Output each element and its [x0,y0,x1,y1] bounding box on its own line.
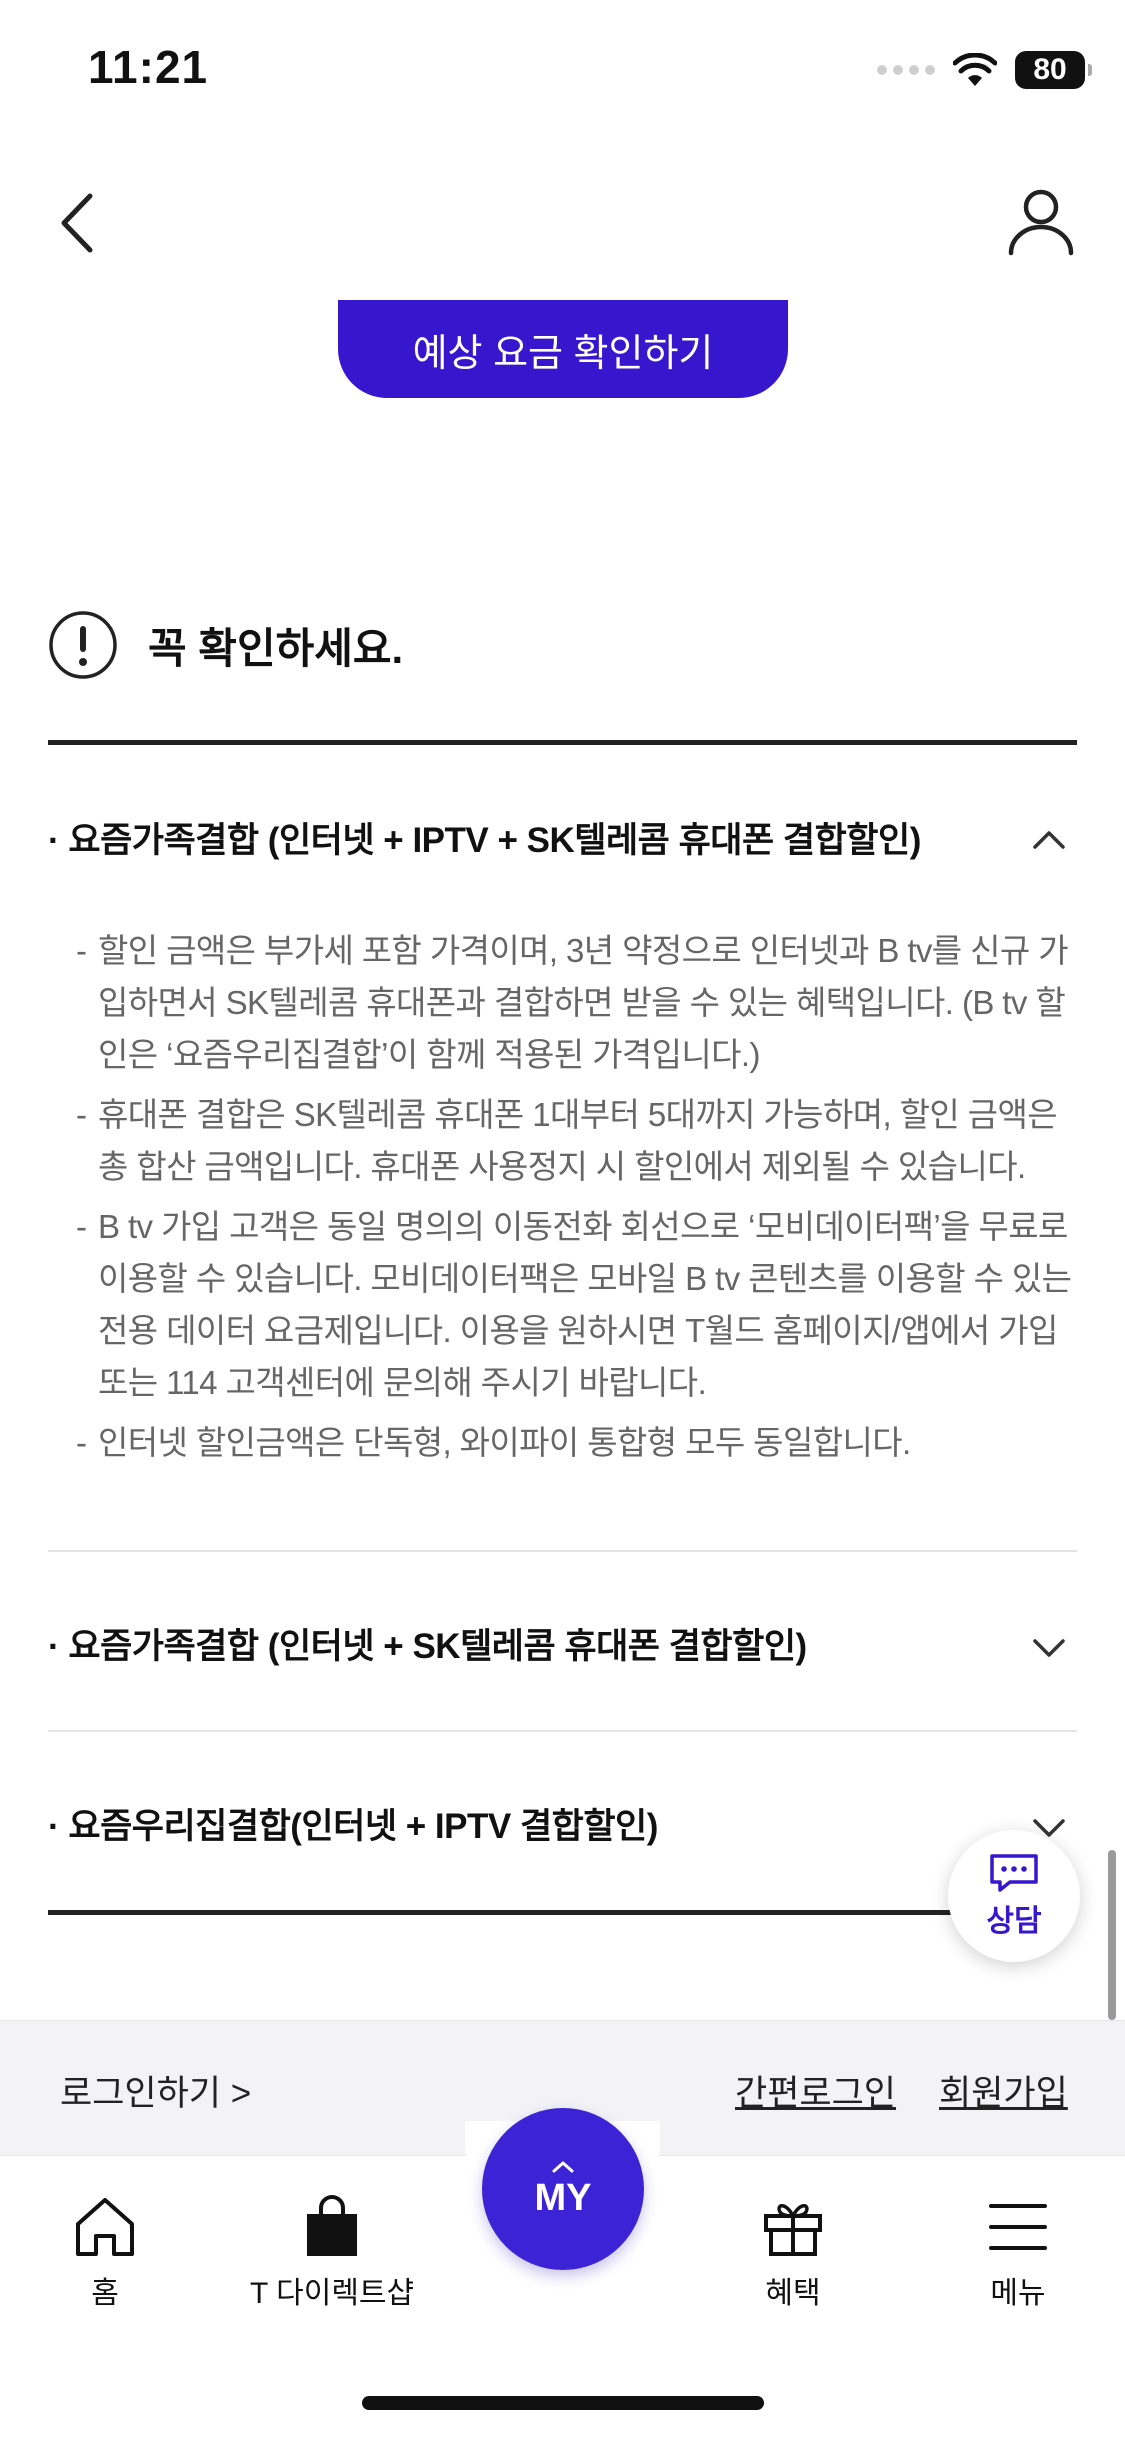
list-item: - 할인 금액은 부가세 포함 가격이며, 3년 약정으로 인터넷과 B tv를 … [76,932,1069,1073]
list-item: -B tv 가입 고객은 동일 명의의 이동전화 회선으로 ‘모비데이터팩’을 … [76,1208,1072,1401]
login-link[interactable]: 로그인하기 > [60,2065,251,2116]
status-time: 11:21 [88,41,209,93]
list-item: - 휴대폰 결합은 SK텔레콤 휴대폰 1대부터 5대까지 가능하며, 할인 금액… [76,1096,1058,1185]
home-icon [76,2198,134,2256]
my-label: MY [534,2176,592,2219]
accordion-content-family-iptv: - 할인 금액은 부가세 포함 가격이며, 3년 약정으로 인터넷과 B tv를 … [76,925,1081,1477]
top-nav [0,160,1125,280]
list-item: - 인터넷 할인금액은 단독형, 와이파이 통합형 모두 동일합니다. [76,1424,911,1461]
tab-benefits[interactable]: 혜택 [760,2194,826,2312]
chat-consult-button[interactable]: 상담 [948,1830,1080,1962]
notice-title: 꼭 확인하세요. [148,624,404,672]
chevron-up-icon [552,2161,574,2172]
accordion-divider [48,1730,1077,1732]
quick-login-link[interactable]: 간편로그인 [735,2065,896,2116]
scrollbar[interactable] [1108,1850,1116,2020]
chevron-up-icon[interactable] [1029,820,1069,860]
battery-icon: 80 [1015,51,1092,89]
back-button[interactable] [50,188,110,258]
accordion-title-home-iptv[interactable]: · 요즘우리집결합(인터넷 + IPTV 결합할인) [48,1798,658,1849]
home-indicator [362,2396,764,2410]
gift-icon [764,2204,822,2256]
section-divider-bottom [48,1910,1077,1915]
tab-menu[interactable]: 메뉴 [985,2194,1051,2312]
tab-home[interactable]: 홈 [72,2194,138,2312]
shopping-bag-icon [307,2195,358,2256]
accordion-divider [48,1550,1077,1552]
chat-bubble-icon [990,1854,1038,1892]
status-bar: 11:21 80 [0,0,1125,130]
hamburger-menu-icon [989,2204,1047,2250]
profile-icon[interactable] [1005,185,1077,257]
tab-menu-label: 메뉴 [990,2277,1046,2310]
tab-home-label: 홈 [91,2277,119,2310]
accordion-title-family-mobile[interactable]: · 요즘가족결합 (인터넷 + SK텔레콤 휴대폰 결합할인) [48,1618,807,1669]
estimate-fee-button[interactable]: 예상 요금 확인하기 [338,300,788,398]
section-divider-top [48,740,1077,745]
chevron-down-icon[interactable] [1029,1628,1069,1668]
wifi-icon [953,53,997,86]
my-button[interactable]: MY [482,2108,644,2270]
chat-label: 상담 [986,1905,1042,1938]
tab-shop-label: T 다이렉트샵 [250,2277,415,2310]
tab-direct-shop[interactable]: T 다이렉트샵 [250,2194,414,2312]
tab-benefits-label: 혜택 [765,2277,821,2310]
accordion-title-family-iptv[interactable]: · 요즘가족결합 (인터넷 + IPTV + SK텔레콤 휴대폰 결합할인) [48,812,921,863]
notice-header: 꼭 확인하세요. [48,608,403,682]
cellular-signal-icon [877,65,935,75]
signup-link[interactable]: 회원가입 [939,2065,1068,2116]
status-indicators: 80 [877,46,1092,94]
exclamation-circle-icon [49,611,117,679]
